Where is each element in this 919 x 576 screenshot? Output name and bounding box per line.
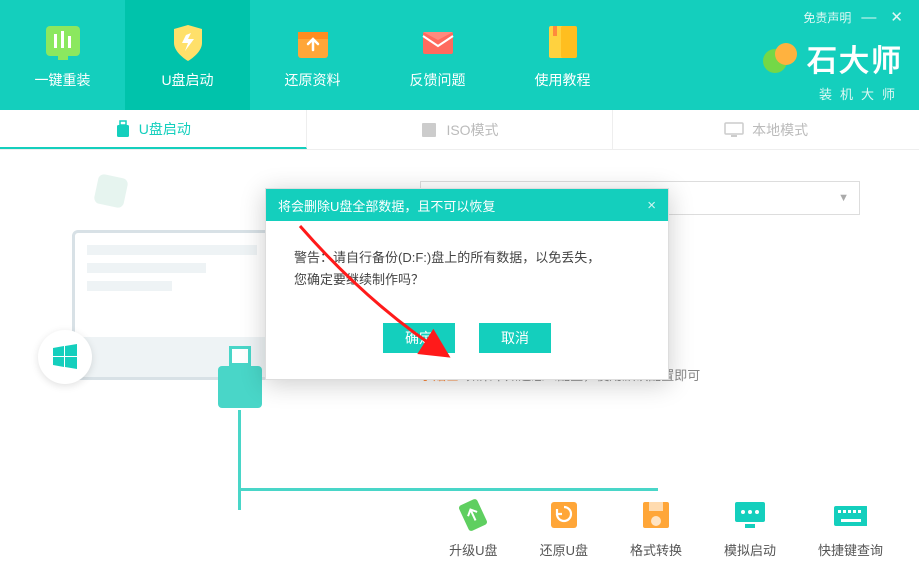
windows-icon [38, 330, 92, 384]
tab-local-mode[interactable]: 本地模式 [613, 110, 919, 149]
nav-label: U盘启动 [161, 70, 213, 90]
usb-up-icon [456, 498, 490, 532]
chevron-down-icon: ▼ [838, 192, 849, 204]
upload-box-icon [291, 20, 335, 64]
nav-label: 还原资料 [285, 70, 341, 90]
dialog-title: 将会删除U盘全部数据，且不可以恢复 [278, 196, 495, 215]
nav-label: 使用教程 [535, 70, 591, 90]
shield-icon [166, 20, 210, 64]
tool-label: 还原U盘 [540, 540, 588, 559]
book-icon [541, 20, 585, 64]
tool-format-convert[interactable]: 格式转换 [630, 498, 682, 559]
tab-label: U盘启动 [139, 119, 191, 139]
iso-icon [420, 121, 438, 139]
illustration [0, 170, 280, 450]
monitor-icon [724, 122, 744, 138]
monitor-sim-icon [733, 498, 767, 532]
tab-iso-mode[interactable]: ISO模式 [307, 110, 614, 149]
tool-upgrade-usb[interactable]: 升级U盘 [449, 498, 497, 559]
tool-sim-boot[interactable]: 模拟启动 [724, 498, 776, 559]
usb-icon [115, 120, 131, 138]
tool-label: 模拟启动 [724, 540, 776, 559]
tool-label: 格式转换 [630, 540, 682, 559]
nav-reinstall[interactable]: 一键重装 [0, 0, 125, 110]
bottom-toolbar: 升级U盘 还原U盘 格式转换 模拟启动 快捷键查询 [0, 480, 919, 576]
titlebar: 免责声明 — ✕ [803, 8, 903, 26]
logo-icon [761, 39, 799, 77]
disk-icon [639, 498, 673, 532]
brand-name: 石大师 [807, 36, 903, 80]
tab-label: ISO模式 [446, 120, 498, 140]
mail-icon [416, 20, 460, 64]
dialog-body: 警告：请自行备份(D:F:)盘上的所有数据，以免丢失， 您确定要继续制作吗？ [266, 221, 668, 301]
main-nav: 一键重装 U盘启动 还原资料 反馈问题 使用教程 [0, 0, 919, 110]
dialog-text-line: 警告：请自行备份(D:F:)盘上的所有数据，以免丢失， [294, 247, 640, 269]
nav-label: 一键重装 [35, 70, 91, 90]
dialog-close-icon[interactable]: × [647, 197, 656, 214]
refresh-box-icon [547, 498, 581, 532]
tab-label: 本地模式 [752, 120, 808, 140]
mode-tabs: U盘启动 ISO模式 本地模式 [0, 110, 919, 150]
cancel-button[interactable]: 取消 [479, 323, 551, 353]
app-window: 一键重装 U盘启动 还原资料 反馈问题 使用教程 [0, 0, 919, 576]
dialog-footer: 确定 取消 [266, 301, 668, 379]
tab-usb-boot[interactable]: U盘启动 [0, 110, 307, 149]
tool-hotkey-query[interactable]: 快捷键查询 [818, 498, 883, 559]
brand-area: 免责声明 — ✕ 石大师 装机大师 [761, 0, 919, 110]
window-controls: — ✕ [861, 8, 903, 26]
close-button[interactable]: ✕ [890, 8, 903, 26]
nav-tutorial[interactable]: 使用教程 [500, 0, 625, 110]
nav-restore-data[interactable]: 还原资料 [250, 0, 375, 110]
tool-restore-usb[interactable]: 还原U盘 [540, 498, 588, 559]
logo: 石大师 [761, 36, 903, 80]
nav-label: 反馈问题 [410, 70, 466, 90]
tool-label: 升级U盘 [449, 540, 497, 559]
keyboard-icon [833, 498, 867, 532]
usb-plug-icon [218, 346, 262, 410]
ok-button[interactable]: 确定 [383, 323, 455, 353]
bars-icon [41, 20, 85, 64]
confirm-dialog: 将会删除U盘全部数据，且不可以恢复 × 警告：请自行备份(D:F:)盘上的所有数… [265, 188, 669, 380]
minimize-button[interactable]: — [861, 9, 876, 26]
dialog-header: 将会删除U盘全部数据，且不可以恢复 × [266, 189, 668, 221]
tool-label: 快捷键查询 [818, 540, 883, 559]
nav-usb-boot[interactable]: U盘启动 [125, 0, 250, 110]
nav-feedback[interactable]: 反馈问题 [375, 0, 500, 110]
disclaimer-link[interactable]: 免责声明 [803, 9, 851, 26]
dialog-text-line: 您确定要继续制作吗？ [294, 269, 640, 291]
brand-subtitle: 装机大师 [819, 84, 903, 103]
